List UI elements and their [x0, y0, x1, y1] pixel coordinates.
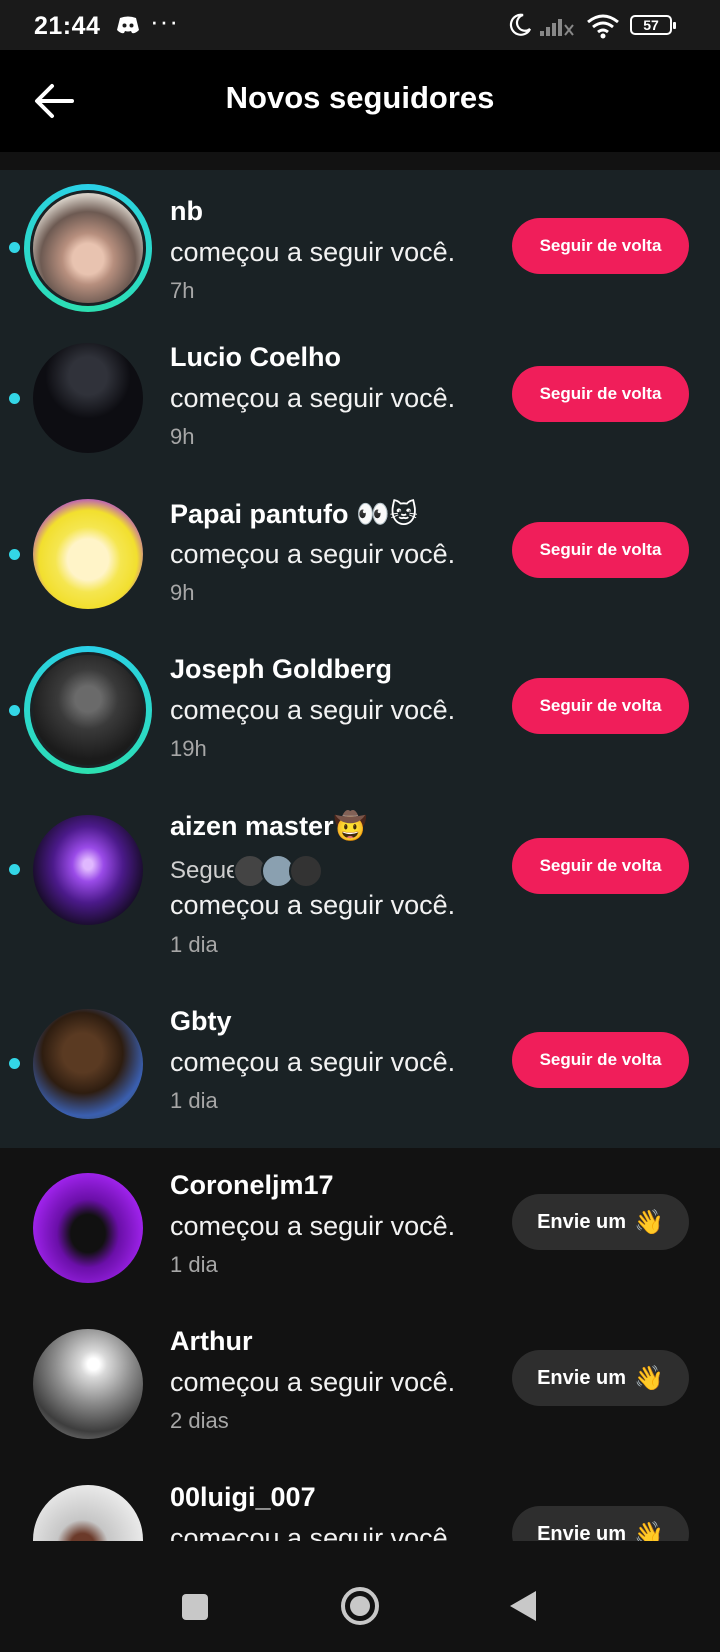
follow-text: começou a seguir você.: [170, 383, 456, 413]
follow-text: começou a seguir você.: [170, 237, 456, 267]
send-wave-button[interactable]: Envie um 👋: [512, 1506, 689, 1541]
follower-name[interactable]: nb: [170, 196, 203, 227]
avatar[interactable]: [24, 184, 152, 312]
follow-back-button[interactable]: Seguir de volta: [512, 218, 689, 274]
time-ago: 7h: [170, 278, 195, 303]
unread-dot: [9, 242, 20, 253]
divider: [0, 152, 720, 170]
follower-name[interactable]: Gbty: [170, 1006, 232, 1037]
time-ago: 1 dia: [170, 1088, 218, 1113]
time-ago: 19h: [170, 736, 207, 761]
recents-square-icon[interactable]: [181, 1593, 209, 1621]
page-title: Novos seguidores: [225, 80, 495, 115]
follower-name[interactable]: Joseph Goldberg: [170, 654, 392, 685]
send-wave-label: Envie um: [537, 1210, 627, 1233]
time-ago: 1 dia: [170, 1252, 218, 1277]
list-item[interactable]: Gbty começou a seguir você. 1 dia Seguir…: [0, 990, 720, 1148]
list-item[interactable]: Papai pantufo 👀🐱 começou a seguir você. …: [0, 482, 720, 638]
segue-label: Segue: [170, 857, 240, 884]
unread-dot: [9, 393, 20, 404]
time-ago: 1 dia: [170, 932, 218, 957]
send-wave-button[interactable]: Envie um 👋: [512, 1194, 689, 1250]
follow-text: começou a seguir você.: [170, 539, 456, 569]
follow-back-button[interactable]: Seguir de volta: [512, 838, 689, 894]
avatar[interactable]: [24, 334, 152, 462]
unread-dot: [9, 705, 20, 716]
wave-icon: 👋: [634, 1364, 664, 1392]
list-item[interactable]: Joseph Goldberg começou a seguir você. 1…: [0, 638, 720, 794]
follow-back-button[interactable]: Seguir de volta: [512, 678, 689, 734]
send-wave-label: Envie um: [537, 1522, 627, 1542]
wave-icon: 👋: [634, 1208, 664, 1236]
more-dots-icon: ···: [150, 6, 179, 36]
list-item[interactable]: Coroneljm17 começou a seguir você. 1 dia…: [0, 1148, 720, 1304]
avatar[interactable]: [24, 1164, 152, 1292]
send-wave-button[interactable]: Envie um 👋: [512, 1350, 689, 1406]
status-bar: 21:44 ··· 57: [0, 0, 720, 50]
follow-text: começou a seguir você.: [170, 695, 456, 725]
discord-icon: [117, 16, 139, 34]
followers-list: nb começou a seguir você. 7h Seguir de v…: [0, 170, 720, 1541]
wave-icon: 👋: [634, 1520, 664, 1542]
avatar[interactable]: [24, 1320, 152, 1448]
unread-dot: [9, 864, 20, 875]
follow-text: começou a seguir você.: [170, 1367, 456, 1397]
follower-name[interactable]: aizen master🤠: [170, 810, 367, 842]
avatar[interactable]: [24, 1476, 152, 1541]
follower-name[interactable]: Coroneljm17: [170, 1170, 334, 1201]
send-wave-label: Envie um: [537, 1366, 627, 1389]
follow-text: começou a seguir você.: [170, 1523, 456, 1541]
follow-back-button[interactable]: Seguir de volta: [512, 366, 689, 422]
signal-icon: [540, 19, 574, 36]
avatar[interactable]: [24, 490, 152, 618]
follower-name[interactable]: Lucio Coelho: [170, 342, 341, 373]
unread-dot: [9, 549, 20, 560]
follower-name[interactable]: Papai pantufo 👀🐱: [170, 498, 418, 530]
list-item[interactable]: nb começou a seguir você. 7h Seguir de v…: [0, 170, 720, 326]
follow-back-button[interactable]: Seguir de volta: [512, 1032, 689, 1088]
follow-text: começou a seguir você.: [170, 1047, 456, 1077]
time-ago: 9h: [170, 424, 195, 449]
unread-dot: [9, 1058, 20, 1069]
list-item[interactable]: Arthur começou a seguir você. 2 dias Env…: [0, 1304, 720, 1460]
back-triangle-icon[interactable]: [508, 1589, 538, 1623]
status-time: 21:44: [34, 12, 101, 40]
moon-icon: [509, 13, 531, 36]
time-ago: 2 dias: [170, 1408, 229, 1433]
wifi-icon: [587, 14, 619, 39]
follower-name[interactable]: Arthur: [170, 1326, 253, 1357]
follower-name[interactable]: 00luigi_007: [170, 1482, 316, 1513]
avatar[interactable]: [24, 1000, 152, 1128]
list-item[interactable]: aizen master🤠 Segue começou a seguir voc…: [0, 794, 720, 990]
header: Novos seguidores: [0, 50, 720, 152]
avatar[interactable]: [24, 806, 152, 934]
battery-icon: 57: [630, 15, 676, 35]
list-item[interactable]: Lucio Coelho começou a seguir você. 9h S…: [0, 326, 720, 482]
list-item[interactable]: 00luigi_007 começou a seguir você. Envie…: [0, 1460, 720, 1541]
follow-text: começou a seguir você.: [170, 890, 456, 920]
mutual-avatar: [289, 854, 324, 888]
home-circle-icon[interactable]: [340, 1586, 380, 1626]
system-nav-bar: [0, 1557, 720, 1652]
follow-back-button[interactable]: Seguir de volta: [512, 522, 689, 578]
follow-text: começou a seguir você.: [170, 1211, 456, 1241]
mutual-followers[interactable]: Segue: [170, 854, 324, 888]
avatar[interactable]: [24, 646, 152, 774]
time-ago: 9h: [170, 580, 195, 605]
